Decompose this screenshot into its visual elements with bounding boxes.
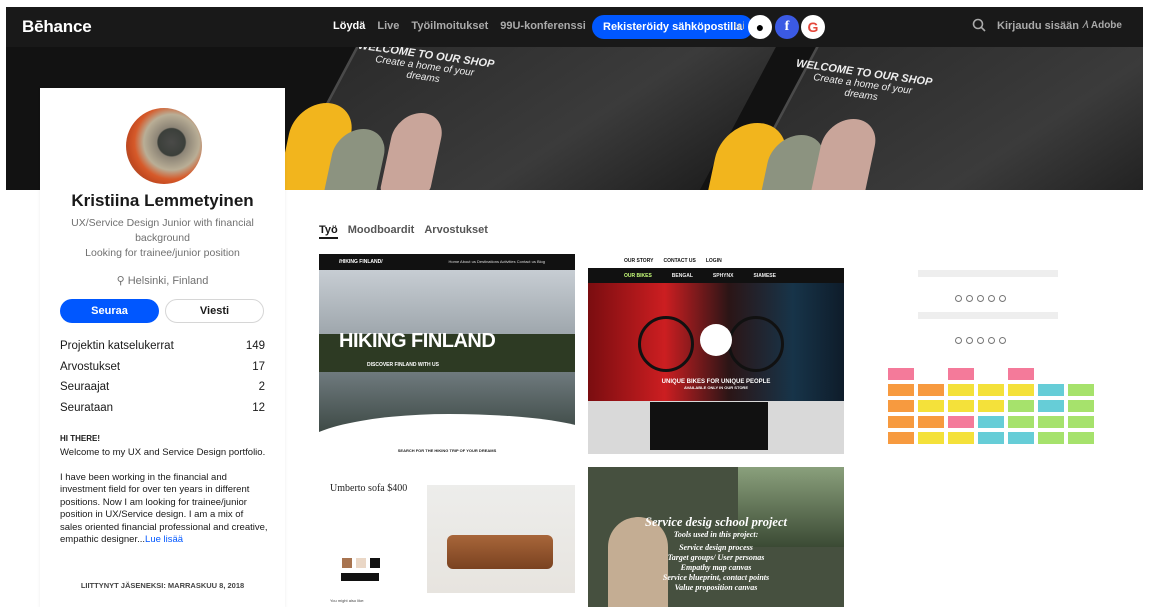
profile-title: UX/Service Design Junior with financial …: [60, 216, 265, 261]
profile-name[interactable]: Kristiina Lemmetyinen: [40, 191, 285, 211]
location-text: Helsinki, Finland: [127, 275, 209, 287]
adobe-link[interactable]: ⁄\ Adobe: [1084, 20, 1122, 31]
affinity-map: [888, 368, 1094, 444]
school-overlay: Service desig school project Tools used …: [588, 515, 844, 593]
lion-logo: [700, 324, 732, 356]
school-line: Service design process: [679, 543, 753, 552]
tab-work[interactable]: Työ: [319, 224, 338, 239]
sofa-might-like: You might also like:: [330, 598, 365, 603]
bikes-sub-item: SPHYNX: [712, 273, 734, 279]
bike-wheel-front: [638, 316, 694, 372]
bike-wheel-rear: [728, 316, 784, 372]
survey-scale-1: [955, 295, 1006, 302]
google-signin-icon[interactable]: G: [801, 15, 825, 39]
top-nav: Bēhance Löydä Live Työilmoitukset 99U-ko…: [6, 7, 1143, 47]
login-link[interactable]: Kirjaudu sisään: [997, 20, 1079, 32]
swatch-beige: [356, 558, 366, 568]
behance-logo[interactable]: Bēhance: [22, 17, 92, 37]
bikes-nav-item: CONTACT US: [663, 258, 696, 264]
bikes-nav-item: OUR STORY: [624, 258, 654, 264]
stat-value: 149: [245, 340, 265, 352]
school-line: Value proposition canvas: [674, 583, 758, 592]
stat-followers[interactable]: Seuraajat 2: [60, 381, 265, 402]
project-sofa[interactable]: Umberto sofa $400 You might also like:: [319, 467, 575, 607]
profile-stats: Projektin katselukerrat 149 Arvostukset 17…: [60, 340, 265, 422]
tab-moodboards[interactable]: Moodboardit: [348, 224, 415, 239]
follow-button[interactable]: Seuraa: [60, 299, 159, 323]
hiking-discover: DISCOVER FINLAND WITH US: [367, 362, 439, 368]
stat-label: Seuraajat: [60, 381, 110, 393]
location-pin-icon: ⚲: [116, 275, 128, 287]
avatar[interactable]: [126, 108, 202, 184]
adobe-icon: ⁄\: [1084, 20, 1091, 31]
search-icon[interactable]: [972, 18, 986, 32]
stat-appreciations: Arvostukset 17: [60, 361, 265, 382]
bikes-sub-item: OUR BIKES: [624, 273, 652, 279]
project-service-design[interactable]: Service desig school project Tools used …: [588, 467, 844, 607]
stat-project-views: Projektin katselukerrat 149: [60, 340, 265, 361]
stat-label: Arvostukset: [60, 360, 121, 373]
message-button[interactable]: Viesti: [165, 299, 264, 323]
bikes-subnav: OUR BIKES BENGAL SPHYNX SIAMESE: [588, 268, 844, 283]
stat-following[interactable]: Seurataan 12: [60, 402, 265, 423]
hiking-hero-title: HIKING FINLAND: [339, 330, 496, 352]
school-line: Empathy map canvas: [680, 563, 752, 572]
school-subtitle: Tools used in this project:: [673, 530, 759, 539]
school-line: Service blueprint, contact points: [662, 573, 770, 582]
stat-value: 2: [258, 381, 265, 393]
project-bikes[interactable]: OUR STORY CONTACT US LOGIN OUR BIKES BEN…: [588, 254, 844, 454]
swatch-brown: [342, 558, 352, 568]
bio-heading: HI THERE!: [60, 434, 100, 443]
bikes-caption: UNIQUE BIKES FOR UNIQUE PEOPLE AVAILABLE…: [588, 379, 844, 390]
survey-row: [918, 270, 1058, 277]
swatch-black: [370, 558, 380, 568]
survey-row: [918, 312, 1058, 319]
project-hiking-finland[interactable]: /HIKING FINLAND/ Home About us Destinati…: [319, 254, 575, 454]
survey-scale-2: [955, 337, 1006, 344]
bikes-sub-item: BENGAL: [671, 273, 693, 279]
bikes-text-box: [650, 402, 768, 450]
bio-paragraph-1: Welcome to my UX and Service Design port…: [60, 447, 266, 458]
school-line: Target groups/ User personas: [667, 553, 765, 562]
profile-tabs: Työ Moodboardit Arvostukset: [319, 224, 488, 239]
tab-appreciations[interactable]: Arvostukset: [424, 224, 488, 239]
stat-value: 12: [252, 401, 265, 414]
bikes-nav-item: LOGIN: [705, 258, 722, 264]
hiking-footer: SEARCH FOR THE HIKING TRIP OF YOUR DREAM…: [397, 448, 497, 453]
stat-label: Seurataan: [60, 401, 114, 414]
bio-paragraph-2: I have been working in the financial and…: [60, 472, 268, 547]
stat-value: 17: [252, 360, 265, 373]
nav-live[interactable]: Live: [377, 20, 399, 32]
project-survey[interactable]: [858, 254, 1114, 454]
nav-jobs[interactable]: Työilmoitukset: [411, 20, 488, 32]
apple-signin-icon[interactable]: ●: [748, 15, 772, 39]
profile-location[interactable]: ⚲ Helsinki, Finland: [40, 274, 285, 287]
profile-title-line2: Looking for trainee/junior position: [85, 247, 240, 259]
main-nav: Löydä Live Työilmoitukset 99U-konferenss…: [333, 20, 586, 32]
profile-title-line1: UX/Service Design Junior with financial …: [71, 217, 254, 244]
read-more-link[interactable]: Lue lisää: [145, 534, 183, 545]
bikes-caption-line2: AVAILABLE ONLY IN OUR STORE: [683, 385, 748, 390]
bikes-nav: OUR STORY CONTACT US LOGIN: [588, 254, 844, 268]
facebook-signin-icon[interactable]: f: [775, 15, 799, 39]
nav-discover[interactable]: Löydä: [333, 20, 365, 32]
bio-text: Welcome to my UX and Service Design port…: [60, 447, 268, 559]
bikes-sub-item: SIAMESE: [753, 273, 776, 279]
add-to-cart-button: [341, 573, 379, 581]
nav-conference[interactable]: 99U-konferenssi: [500, 20, 586, 32]
profile-card: Kristiina Lemmetyinen UX/Service Design …: [40, 88, 285, 607]
hiking-brand: /HIKING FINLAND/: [339, 259, 383, 265]
school-title: Service desig school project: [645, 515, 787, 529]
signup-email-button[interactable]: Rekisteröidy sähköpostilla: [592, 15, 754, 39]
stat-label: Projektin katselukerrat: [60, 340, 174, 352]
sofa-couch: [447, 535, 553, 569]
sofa-title: Umberto sofa $400: [330, 483, 408, 494]
or-label: tai: [734, 21, 745, 32]
adobe-label: Adobe: [1090, 20, 1122, 31]
hiking-menu: Home About us Destinations Activities Co…: [448, 259, 546, 264]
joined-date: LIITTYNYT JÄSENEKSI: MARRASKUU 8, 2018: [80, 581, 245, 590]
